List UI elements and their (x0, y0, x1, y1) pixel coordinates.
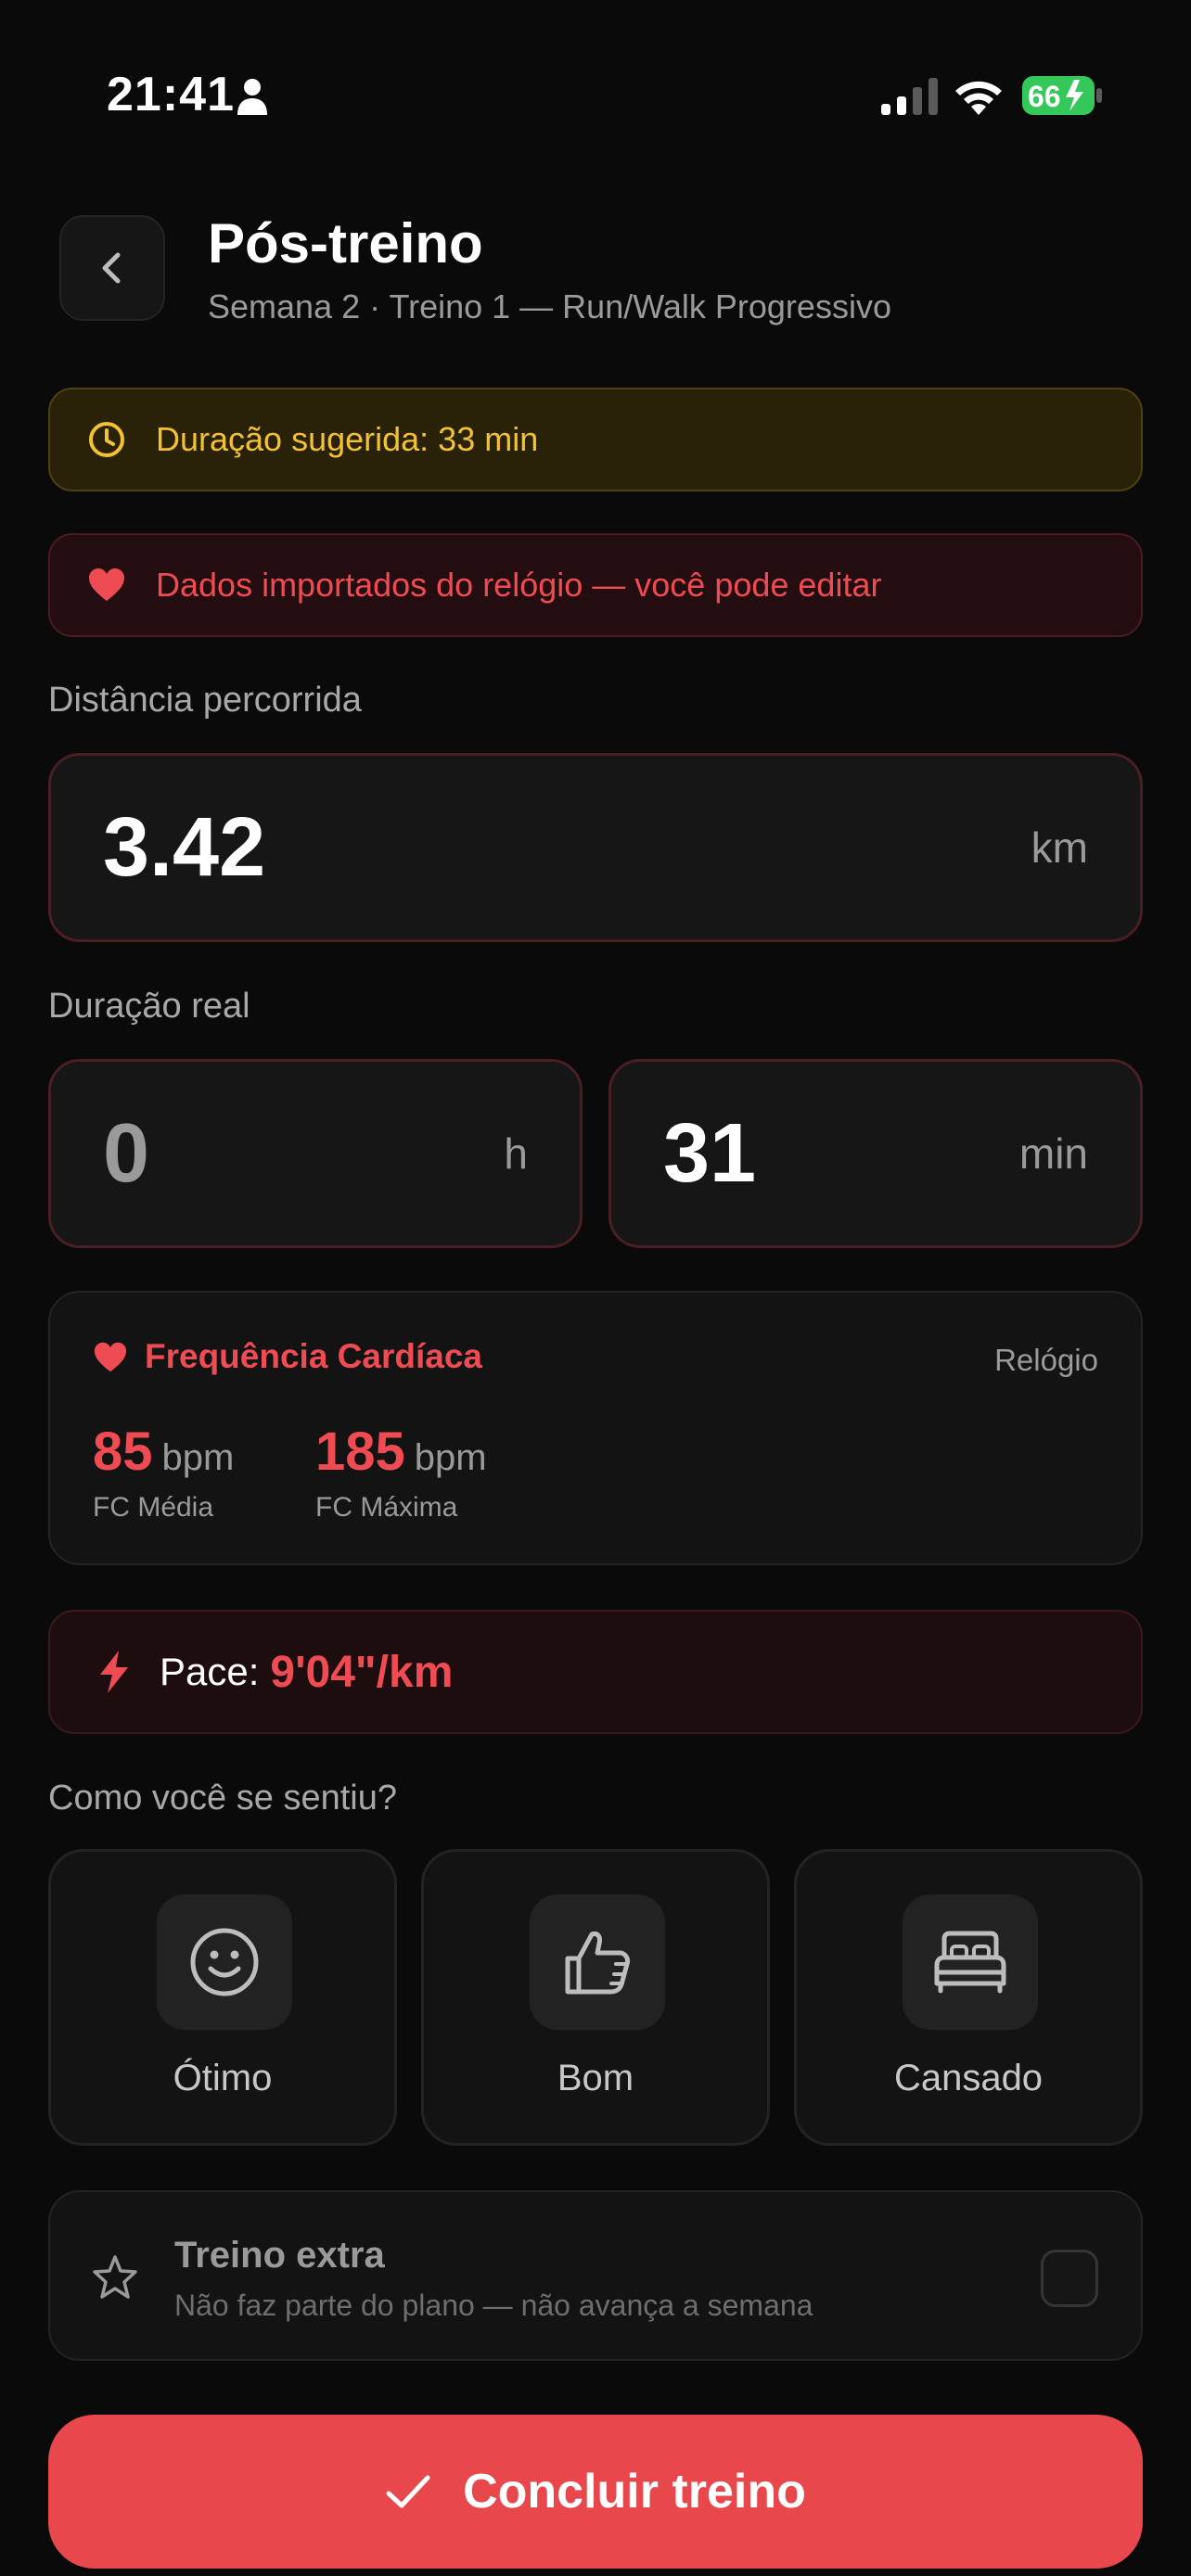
hr-average-unit: bpm (161, 1437, 235, 1478)
pace-label: Pace: (160, 1650, 260, 1693)
finish-workout-button[interactable]: Concluir treino (48, 2415, 1143, 2569)
heart-rate-source: Relógio (994, 1343, 1098, 1377)
feeling-option-good[interactable]: Bom (421, 1849, 770, 2146)
watch-import-text: Dados importados do relógio — você pode … (156, 566, 882, 604)
duration-minutes-unit: min (1018, 1129, 1088, 1178)
star-icon (93, 2255, 137, 2299)
suggested-duration-banner: Duração sugerida: 33 min (48, 388, 1143, 491)
feeling-question: Como você se sentiu? (48, 1779, 397, 1817)
feeling-option-label: Ótimo (173, 2058, 273, 2098)
hr-average-value: 85 (93, 1422, 153, 1482)
distance-label: Distância percorrida (48, 681, 362, 720)
hr-max-unit: bpm (414, 1437, 487, 1478)
person-icon (237, 79, 267, 115)
page-title: Pós-treino (208, 212, 483, 274)
status-time: 21:41 (107, 68, 235, 121)
heart-rate-title: Frequência Cardíaca (145, 1337, 482, 1375)
finish-workout-label: Concluir treino (463, 2465, 806, 2519)
extra-workout-description: Não faz parte do plano — não avança a se… (174, 2289, 813, 2322)
watch-import-banner: Dados importados do relógio — você pode … (48, 533, 1143, 637)
hr-average-label: FC Média (93, 1492, 214, 1523)
extra-workout-checkbox[interactable] (1041, 2250, 1098, 2307)
back-button[interactable] (59, 215, 165, 321)
pace-value: 9'04"/km (270, 1647, 454, 1697)
heart-icon (89, 568, 124, 601)
lightning-icon (100, 1651, 128, 1693)
feeling-option-label: Cansado (893, 2058, 1044, 2098)
hr-max-label: FC Máxima (315, 1492, 458, 1523)
suggested-duration-text: Duração sugerida: 33 min (156, 420, 539, 458)
status-bar: 21:41 66 (0, 0, 1191, 195)
distance-unit: km (1031, 823, 1088, 872)
thumbs-up-icon (565, 1932, 630, 1995)
hr-average: 85 bpm FC Média (93, 1421, 234, 1524)
page-subtitle: Semana 2 · Treino 1 — Run/Walk Progressi… (208, 287, 891, 325)
duration-hours-value: 0 (103, 1106, 150, 1200)
checkmark-icon (386, 2475, 430, 2508)
duration-label: Duração real (48, 987, 250, 1026)
feeling-icon-box (530, 1894, 665, 2030)
feeling-icon-box (157, 1894, 292, 2030)
heart-icon (94, 1342, 127, 1372)
feeling-option-tired[interactable]: Cansado (794, 1849, 1143, 2146)
wifi-icon (955, 81, 1002, 115)
feeling-option-great[interactable]: Ótimo (48, 1849, 397, 2146)
feeling-icon-box (903, 1894, 1038, 2030)
cellular-signal-icon (881, 78, 938, 115)
extra-workout-title: Treino extra (174, 2235, 385, 2276)
duration-minutes-value: 31 (663, 1106, 757, 1200)
clock-icon (89, 422, 124, 457)
smile-icon (190, 1928, 259, 1996)
heart-rate-card: Frequência Cardíaca Relógio 85 bpm FC Méd… (48, 1291, 1143, 1565)
heart-rate-header: Frequência Cardíaca (93, 1337, 482, 1376)
battery-level: 66 (1028, 80, 1061, 113)
extra-workout-card[interactable]: Treino extra Não faz parte do plano — nã… (48, 2190, 1143, 2361)
hr-max-value: 185 (315, 1422, 405, 1482)
duration-minutes-input[interactable]: 31 min (608, 1059, 1143, 1248)
duration-hours-input[interactable]: 0 h (48, 1059, 583, 1248)
battery-indicator: 66 (1022, 76, 1104, 115)
distance-input[interactable]: 3.42 km (48, 753, 1143, 942)
hr-max: 185 bpm FC Máxima (315, 1421, 487, 1524)
duration-hours-unit: h (504, 1129, 528, 1178)
pace-card: Pace: 9'04"/km (48, 1610, 1143, 1734)
distance-value: 3.42 (103, 800, 266, 894)
bed-icon (934, 1931, 1006, 1994)
chevron-left-icon (102, 252, 121, 284)
feeling-option-label: Bom (557, 2058, 634, 2098)
